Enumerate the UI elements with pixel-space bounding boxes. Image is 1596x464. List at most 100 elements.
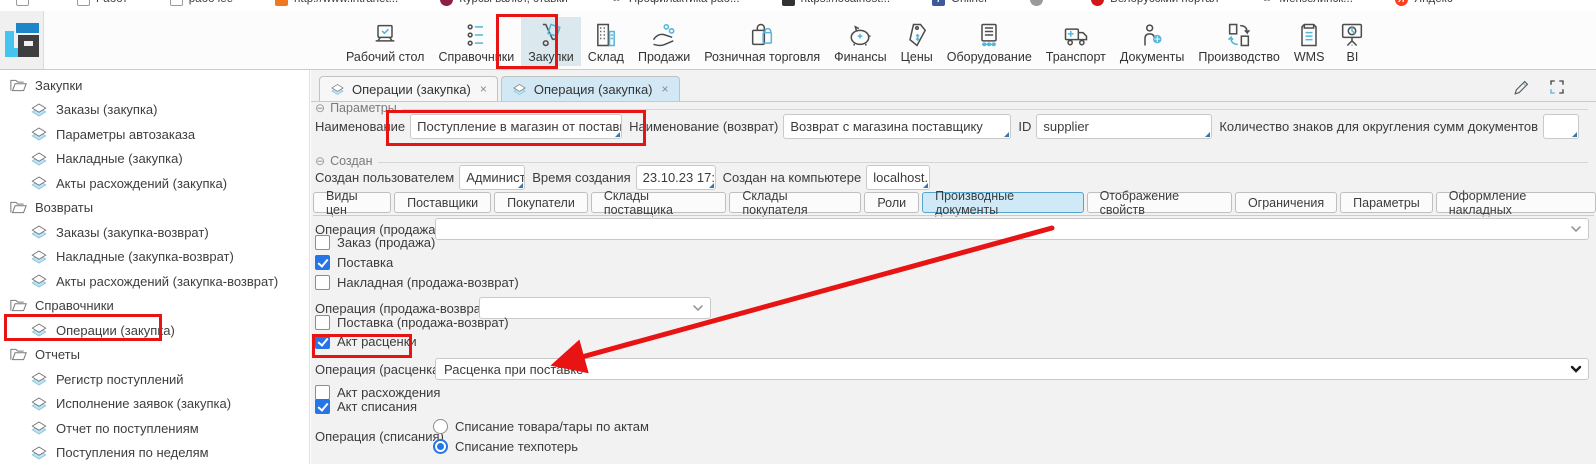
sidebar-folder-reports[interactable]: Отчеты bbox=[0, 343, 309, 368]
supply-row: Поставка bbox=[315, 253, 393, 271]
documents-icon bbox=[1138, 21, 1166, 49]
operation-pricing-label: Операция (расценка) bbox=[315, 362, 435, 377]
sidebar-item-receipts-report[interactable]: Отчет по поступлениям bbox=[0, 416, 309, 441]
close-tab-icon[interactable]: × bbox=[662, 82, 669, 96]
toolbar-item-directories[interactable]: Справочники bbox=[431, 17, 521, 66]
tab-buyers[interactable]: Покупатели bbox=[494, 192, 588, 213]
bookmark[interactable]: http://www.intranet... bbox=[275, 0, 398, 6]
sidebar-folder-returns[interactable]: Возвраты bbox=[0, 196, 309, 221]
tab-restrictions[interactable]: Ограничения bbox=[1235, 192, 1337, 213]
toolbar-item-bi[interactable]: BI bbox=[1331, 17, 1373, 66]
created-time-input[interactable]: 23.10.23 17:22 bbox=[636, 165, 716, 190]
edit-pencil-icon[interactable] bbox=[1512, 78, 1531, 102]
tab-operations-purchase[interactable]: Операции (закупка) × bbox=[319, 76, 498, 101]
tab-parameters[interactable]: Параметры bbox=[1340, 192, 1433, 213]
toolbar-item-sales[interactable]: Продажи bbox=[631, 17, 697, 66]
created-computer-input[interactable]: localhost.loca bbox=[866, 165, 930, 190]
tab-invoice-design[interactable]: Оформление накладных bbox=[1436, 192, 1596, 213]
invoice-sale-return-checkbox[interactable] bbox=[315, 275, 330, 290]
operation-pricing-select[interactable]: Расценка при поставке bbox=[435, 358, 1589, 380]
layers-icon bbox=[30, 102, 48, 118]
sidebar-item-request-execution[interactable]: Исполнение заявок (закупка) bbox=[0, 392, 309, 417]
bookmark[interactable]: ∞Мензелинск... bbox=[1260, 0, 1352, 6]
bookmark[interactable]: ЯЯндекс bbox=[1395, 0, 1453, 6]
toolbar-item-finance[interactable]: Финансы bbox=[827, 17, 893, 66]
supply-checkbox[interactable] bbox=[315, 255, 330, 270]
sidebar-item-receipts-register[interactable]: Регистр поступлений bbox=[0, 367, 309, 392]
act-pricing-checkbox[interactable] bbox=[315, 334, 330, 349]
bookmark[interactable]: Белорусский портал bbox=[1091, 0, 1218, 6]
warehouse-icon bbox=[592, 21, 620, 49]
sidebar-item-discrepancy-acts-purchase[interactable]: Акты расхождений (закупка) bbox=[0, 171, 309, 196]
sidebar-folder-purchases[interactable]: Закупки bbox=[0, 73, 309, 98]
toolbar-item-transport[interactable]: Транспорт bbox=[1039, 17, 1113, 66]
bookmark[interactable]: fOnliner bbox=[932, 0, 988, 6]
writeoff-by-acts-radio[interactable] bbox=[433, 419, 448, 434]
folder-icon bbox=[10, 78, 27, 93]
rounding-digits-input[interactable] bbox=[1543, 114, 1579, 139]
toolbar-item-retail[interactable]: Розничная торговля bbox=[697, 17, 827, 66]
collapse-icon[interactable]: ⊖ bbox=[315, 101, 325, 115]
name-return-label: Наименование (возврат) bbox=[629, 119, 778, 134]
supply-sale-return-row: Поставка (продажа-возврат) bbox=[315, 313, 509, 331]
tab-supplier-warehouses[interactable]: Склады поставщика bbox=[591, 192, 727, 213]
toolbar-item-production[interactable]: Производство bbox=[1191, 17, 1287, 66]
toolbar-item-prices[interactable]: Цены bbox=[894, 17, 940, 66]
supply-sale-return-checkbox[interactable] bbox=[315, 315, 330, 330]
bookmark[interactable]: ∞Профилактика раб... bbox=[610, 0, 740, 6]
name-return-input[interactable]: Возврат с магазина поставщику bbox=[783, 114, 1011, 139]
tab-roles[interactable]: Роли bbox=[864, 192, 919, 213]
chevron-down-icon bbox=[1569, 222, 1583, 239]
sidebar-item-operations-purchase[interactable]: Операции (закупка) bbox=[0, 318, 309, 343]
toolbar-item-equipment[interactable]: Оборудование bbox=[940, 17, 1039, 66]
writeoff-tech-losses-radio[interactable] bbox=[433, 439, 448, 454]
bookmark[interactable]: Курсы валют, ставки bbox=[440, 0, 568, 6]
sales-icon bbox=[650, 21, 678, 49]
sidebar-item-discrepancy-acts-purchase-return[interactable]: Акты расхождений (закупка-возврат) bbox=[0, 269, 309, 294]
fullscreen-icon[interactable] bbox=[1548, 78, 1566, 102]
main-pane: Операции (закупка) × Операция (закупка) … bbox=[311, 70, 1596, 464]
toolbar-item-desktop[interactable]: Рабочий стол bbox=[339, 17, 431, 66]
bookmark[interactable] bbox=[1030, 0, 1049, 6]
bookmark[interactable]: https://localhost... bbox=[782, 0, 891, 6]
sidebar-item-receipts-by-week[interactable]: Поступления по неделям bbox=[0, 441, 309, 464]
sidebar-item-autoorder-params[interactable]: Параметры автозаказа bbox=[0, 122, 309, 147]
writeoff-by-acts-option: Списание товара/тары по актам bbox=[433, 418, 649, 434]
app-logo[interactable] bbox=[0, 11, 44, 69]
sidebar-item-orders-purchase[interactable]: Заказы (закупка) bbox=[0, 98, 309, 123]
sidebar-item-orders-purchase-return[interactable]: Заказы (закупка-возврат) bbox=[0, 220, 309, 245]
tab-price-types[interactable]: Виды цен bbox=[313, 192, 391, 213]
tab-property-display[interactable]: Отображение свойств bbox=[1087, 192, 1232, 213]
name-label: Наименование bbox=[315, 119, 405, 134]
bookmark[interactable]: Работ bbox=[77, 0, 128, 6]
rounding-digits-label: Количество знаков для округления сумм до… bbox=[1219, 119, 1538, 134]
close-tab-icon[interactable]: × bbox=[480, 82, 487, 96]
toolbar-item-documents[interactable]: Документы bbox=[1113, 17, 1191, 66]
yandex-icon: Я bbox=[1395, 0, 1408, 6]
id-input[interactable]: supplier bbox=[1036, 114, 1212, 139]
operation-sale-select[interactable] bbox=[435, 218, 1589, 240]
operation-sale-return-select[interactable] bbox=[479, 297, 711, 319]
sidebar-item-invoices-purchase-return[interactable]: Накладные (закупка-возврат) bbox=[0, 245, 309, 270]
site-icon bbox=[440, 0, 453, 6]
tab-derived-documents[interactable]: Производные документы bbox=[922, 192, 1083, 213]
sidebar-item-invoices-purchase[interactable]: Накладные (закупка) bbox=[0, 147, 309, 172]
site-icon bbox=[1091, 0, 1104, 6]
name-input[interactable]: Поступление в магазин от поставщи bbox=[410, 114, 622, 139]
bookmark[interactable] bbox=[16, 0, 35, 6]
toolbar-item-wms[interactable]: WMS bbox=[1287, 17, 1332, 66]
main-toolbar: Рабочий стол Справочники Закупки Склад П… bbox=[0, 11, 1596, 70]
created-by-label: Создан пользователем bbox=[315, 170, 454, 185]
toolbar-item-purchases[interactable]: Закупки bbox=[521, 17, 581, 66]
act-writeoff-checkbox[interactable] bbox=[315, 399, 330, 414]
tab-buyer-warehouses[interactable]: Склады покупателя bbox=[729, 192, 861, 213]
toolbar-item-warehouse[interactable]: Склад bbox=[581, 17, 631, 66]
order-sale-checkbox[interactable] bbox=[315, 235, 330, 250]
bookmark[interactable]: рабочее bbox=[170, 0, 233, 6]
prices-icon bbox=[903, 21, 931, 49]
layers-icon bbox=[30, 273, 48, 289]
created-by-input[interactable]: Администра bbox=[459, 165, 525, 190]
tab-operation-purchase[interactable]: Операция (закупка) × bbox=[501, 76, 680, 101]
sidebar-folder-directories[interactable]: Справочники bbox=[0, 294, 309, 319]
tab-suppliers[interactable]: Поставщики bbox=[394, 192, 491, 213]
